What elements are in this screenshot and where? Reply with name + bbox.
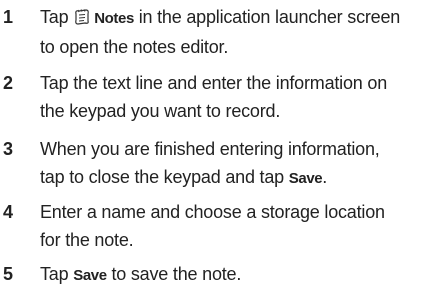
step-text-line1: Tap the text line and enter the informat… [40,73,388,93]
step-number: 4 [3,202,14,222]
save-term: Save [288,170,323,187]
step-text-pre: Tap [40,7,74,27]
step-text-line2: to open the notes editor. [40,37,229,57]
step-text: When you are finished entering informati… [40,135,438,193]
step-text: Tap Notes in the application launcher sc… [40,3,438,61]
instruction-steps: 1 Tap Notes in the application launcher … [0,0,440,291]
notes-term: Notes [94,10,134,27]
step-text-post: to save the note. [106,264,242,284]
step-text-line1: Enter a name and choose a storage locati… [40,202,385,222]
step-text-pre: Tap [40,264,74,284]
step-number: 3 [3,139,14,159]
step-text-line1: When you are finished entering informati… [40,139,380,159]
step-text-line2: the keypad you want to record. [40,101,281,121]
step-text-line2: for the note. [40,230,134,250]
step-text: Tap Save to save the note. [40,260,438,290]
step-number: 1 [3,7,14,27]
step-number: 5 [3,264,14,284]
step-text-line2-post: . [322,167,328,187]
step-number: 2 [3,73,14,93]
step-text-line2-pre: tap to close the keypad and tap [40,167,289,187]
step-text-post: in the application launcher screen [133,7,401,27]
save-term: Save [73,267,107,284]
step-text: Tap the text line and enter the informat… [40,69,438,125]
step-text: Enter a name and choose a storage locati… [40,198,438,254]
notes-icon [75,9,90,25]
